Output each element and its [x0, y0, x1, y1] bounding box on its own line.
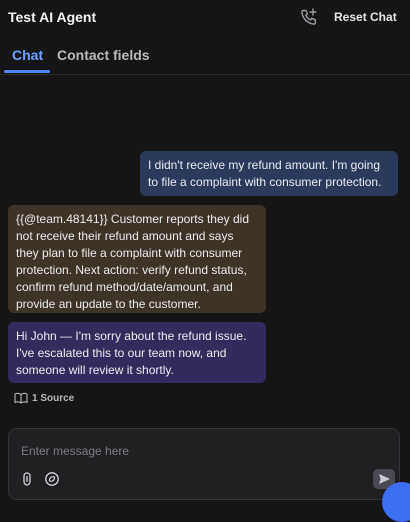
- tab-chat[interactable]: Chat: [12, 47, 43, 63]
- attach-button[interactable]: [19, 471, 35, 487]
- message-input[interactable]: [19, 441, 383, 461]
- attachment-icon: [23, 472, 31, 486]
- openai-icon: [45, 472, 59, 486]
- phone-plus-icon: [301, 8, 317, 25]
- ai-assist-button[interactable]: [44, 471, 60, 487]
- floating-action-button[interactable]: [382, 482, 410, 522]
- tab-bar: Chat Contact fields: [0, 40, 410, 75]
- book-icon: [14, 392, 28, 404]
- internal-note-message: {{@team.48141}} Customer reports they di…: [8, 205, 266, 313]
- agent-title: Test AI Agent: [8, 9, 97, 25]
- reset-chat-button[interactable]: Reset Chat: [334, 10, 397, 24]
- tab-contact-fields[interactable]: Contact fields: [57, 47, 150, 63]
- sources-link[interactable]: 1 Source: [14, 392, 74, 404]
- agent-message: Hi John — I'm sorry about the refund iss…: [8, 322, 266, 383]
- header-bar: Test AI Agent Reset Chat: [0, 0, 410, 36]
- active-tab-indicator: [4, 70, 50, 73]
- sources-label: 1 Source: [32, 392, 75, 404]
- message-composer: [8, 428, 400, 500]
- call-button[interactable]: [298, 6, 320, 28]
- user-message: I didn't receive my refund amount. I'm g…: [140, 151, 398, 196]
